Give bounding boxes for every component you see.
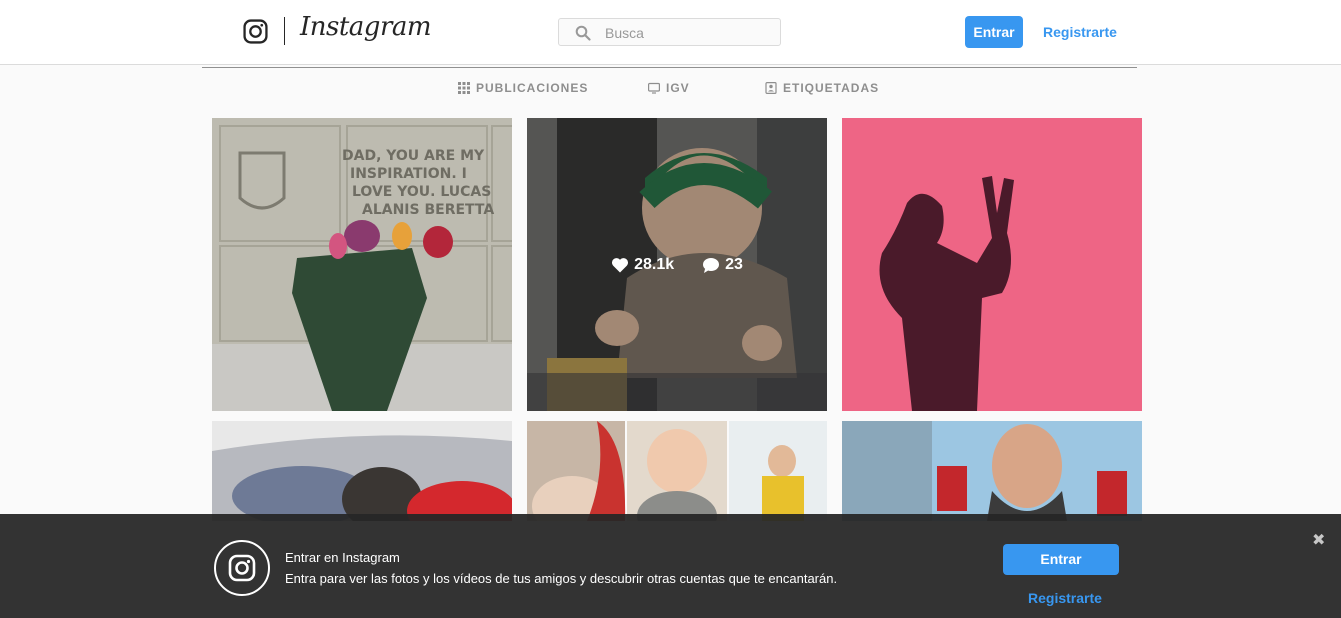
- tab-label: ETIQUETADAS: [783, 81, 880, 95]
- search-icon: [575, 25, 591, 41]
- banner-register-link[interactable]: Registrarte: [1028, 590, 1102, 606]
- instagram-wordmark[interactable]: Instagram: [300, 12, 432, 42]
- logo-divider: [284, 17, 285, 45]
- heart-icon: [612, 257, 629, 272]
- banner-subtitle: Entra para ver las fotos y los vídeos de…: [285, 571, 838, 586]
- tabs-divider: [202, 67, 1137, 68]
- grid-icon: [458, 82, 470, 94]
- post-tile[interactable]: [842, 118, 1142, 411]
- post-hover-overlay: 28.1k 23: [527, 118, 827, 411]
- photo-flowers-memorial: DAD, YOU ARE MY INSPIRATION. I LOVE YOU.…: [212, 118, 512, 411]
- post-tile[interactable]: 28.1k 23: [527, 118, 827, 411]
- comment-icon: [703, 257, 720, 273]
- instagram-camera-icon: [228, 554, 256, 582]
- tag-person-icon: [765, 82, 777, 94]
- top-nav: Instagram Busca Entrar Registrarte: [0, 0, 1341, 65]
- likes-count: 28.1k: [611, 256, 674, 274]
- login-button[interactable]: Entrar: [965, 16, 1023, 48]
- tv-icon: [648, 82, 660, 94]
- photo-car-hug: [212, 421, 512, 521]
- instagram-logo-circle: [214, 540, 270, 596]
- comments-count: 23: [702, 256, 743, 274]
- tab-etiquetadas[interactable]: ETIQUETADAS: [765, 81, 879, 95]
- banner-login-button[interactable]: Entrar: [1003, 544, 1119, 575]
- likes-value: 28.1k: [634, 255, 675, 273]
- tab-publicaciones[interactable]: PUBLICACIONES: [458, 81, 588, 95]
- search-placeholder: Busca: [605, 25, 644, 41]
- close-icon[interactable]: ✖: [1312, 530, 1325, 550]
- register-link[interactable]: Registrarte: [1043, 24, 1117, 40]
- svg-text:LOVE YOU. LUCAS: LOVE YOU. LUCAS: [352, 184, 491, 200]
- svg-text:DAD, YOU ARE MY: DAD, YOU ARE MY: [342, 148, 485, 164]
- post-tile[interactable]: [527, 421, 827, 521]
- post-tile[interactable]: [842, 421, 1142, 521]
- tab-label: PUBLICACIONES: [476, 81, 589, 95]
- post-tile[interactable]: DAD, YOU ARE MY INSPIRATION. I LOVE YOU.…: [212, 118, 512, 411]
- login-banner: Entrar en Instagram Entra para ver las f…: [0, 514, 1341, 618]
- search-input[interactable]: Busca: [558, 18, 781, 46]
- tab-label: IGV: [666, 81, 690, 95]
- post-tile[interactable]: [212, 421, 512, 521]
- photo-family-christmas: [842, 421, 1142, 521]
- banner-title: Entrar en Instagram: [285, 550, 400, 565]
- tab-igv[interactable]: IGV: [648, 81, 690, 95]
- comments-value: 23: [725, 255, 743, 273]
- photo-baby-collage: [527, 421, 827, 521]
- instagram-camera-icon[interactable]: [243, 19, 268, 44]
- photo-shadow-pink-wall: [842, 118, 1142, 411]
- svg-text:INSPIRATION. I: INSPIRATION. I: [350, 166, 467, 182]
- svg-text:ALANIS BERETTA: ALANIS BERETTA: [362, 202, 494, 218]
